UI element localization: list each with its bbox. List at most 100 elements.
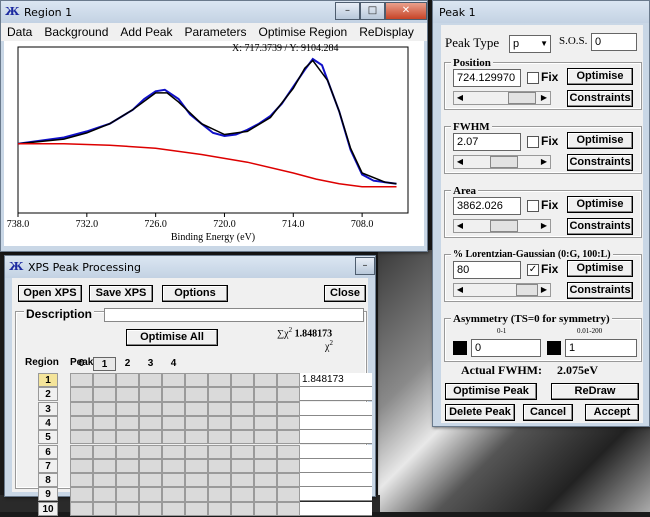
arrow-right-icon[interactable]: ▶ [538,156,550,168]
fwhm-optimise-button[interactable]: Optimise [567,132,633,149]
peak-cell[interactable] [70,415,93,431]
area-optimise-button[interactable]: Optimise [567,196,633,213]
sos-input[interactable]: 0 [591,33,637,51]
peak-cell[interactable] [139,430,162,445]
peak-cell[interactable] [231,401,254,416]
menu-redisplay[interactable]: ReDisplay [359,25,414,39]
area-input[interactable]: 3862.026 [453,197,521,215]
peak-cell[interactable] [116,444,139,459]
peak-cell[interactable] [208,501,231,516]
peak-cell[interactable] [254,444,277,459]
asym-left-input[interactable]: 0 [471,339,541,357]
peak-cell[interactable] [70,458,93,474]
peak-cell[interactable] [93,373,116,388]
peak-cell[interactable] [162,458,185,474]
asym-left-color-swatch[interactable] [453,341,467,355]
arrow-left-icon[interactable]: ◀ [454,284,466,296]
peak-column-header[interactable] [185,357,208,371]
menu-optimise-region[interactable]: Optimise Region [258,25,347,39]
peak-cell[interactable] [116,387,139,402]
fwhm-constraints-button[interactable]: Constraints [567,154,633,171]
peak-cell[interactable] [162,444,185,459]
peak-cell[interactable] [116,401,139,416]
peak-cell[interactable] [139,501,162,516]
peak-cell[interactable] [139,473,162,488]
region-row-4[interactable]: 4 [38,415,58,430]
peak-cell[interactable] [231,415,254,431]
maximize-button[interactable]: □ [360,1,385,20]
region-row-6[interactable]: 6 [38,444,58,459]
peak-column-header[interactable]: 1 [93,357,116,371]
close-button[interactable]: ✕ [385,1,427,20]
arrow-right-icon[interactable]: ▶ [538,220,550,232]
peak-cell[interactable] [139,415,162,431]
peak-cell[interactable] [162,473,185,488]
lg-input[interactable]: 80 [453,261,521,279]
peak-type-select[interactable]: p ▼ [509,35,551,53]
peak-cell[interactable] [277,473,300,488]
region-row-7[interactable]: 7 [38,458,58,473]
area-constraints-button[interactable]: Constraints [567,218,633,235]
peak-cell[interactable] [231,473,254,488]
peak-cell[interactable] [185,387,208,402]
peak-cell[interactable] [162,373,185,388]
peak-cell[interactable] [116,501,139,516]
menu-data[interactable]: Data [7,25,32,39]
peak-cell[interactable] [277,415,300,431]
peak-cell[interactable] [208,387,231,402]
peak-cell[interactable] [139,458,162,474]
peak-cell[interactable] [93,401,116,416]
region-row-2[interactable]: 2 [38,387,58,402]
arrow-right-icon[interactable]: ▶ [538,92,550,104]
fwhm-slider[interactable]: ◀ ▶ [453,155,551,169]
peak-cell[interactable] [231,487,254,502]
peak-cell[interactable] [139,401,162,416]
peak-cell[interactable] [208,401,231,416]
peak-column-header[interactable]: 0 [70,357,93,371]
peak-cell[interactable] [70,430,93,445]
peak-cell[interactable] [277,401,300,416]
peak-cell[interactable] [93,501,116,516]
position-slider-thumb[interactable] [508,92,536,104]
lg-slider[interactable]: ◀ ▶ [453,283,551,297]
peak-cell[interactable] [231,501,254,516]
fwhm-input[interactable]: 2.07 [453,133,521,151]
region-row-9[interactable]: 9 [38,487,58,502]
area-fix-checkbox[interactable] [527,200,539,212]
peak-cell[interactable] [116,415,139,431]
peak-cell[interactable] [139,487,162,502]
peak-cell[interactable] [277,444,300,459]
peak-column-header[interactable] [208,357,231,371]
peak-cell[interactable] [93,458,116,474]
arrow-right-icon[interactable]: ▶ [538,284,550,296]
fwhm-fix-checkbox[interactable] [527,136,539,148]
peak-cell[interactable] [185,487,208,502]
lg-optimise-button[interactable]: Optimise [567,260,633,277]
spectrum-plot[interactable]: X: 717.3739 / Y: 9104.284 738.0 732.0 726.… [4,41,424,246]
peak-column-header[interactable] [231,357,254,371]
peak-cell[interactable] [277,458,300,474]
peak-cell[interactable] [162,487,185,502]
peak-cell[interactable] [93,487,116,502]
menu-add-peak[interactable]: Add Peak [120,25,172,39]
peak-cell[interactable] [185,473,208,488]
arrow-left-icon[interactable]: ◀ [454,92,466,104]
position-slider[interactable]: ◀ ▶ [453,91,551,105]
peak-cell[interactable] [70,387,93,402]
peak-cell[interactable] [139,444,162,459]
menu-parameters[interactable]: Parameters [184,25,246,39]
peak-cell[interactable] [231,373,254,388]
optimise-peak-button[interactable]: Optimise Peak [445,383,537,400]
area-slider-thumb[interactable] [490,220,518,232]
arrow-left-icon[interactable]: ◀ [454,156,466,168]
position-input[interactable]: 724.129970 [453,69,521,87]
peak-cell[interactable] [208,487,231,502]
peak-cell[interactable] [208,473,231,488]
peak-cell[interactable] [185,373,208,388]
menu-background[interactable]: Background [44,25,108,39]
peak-column-header[interactable]: 2 [116,357,139,371]
lg-slider-thumb[interactable] [516,284,538,296]
region-titlebar[interactable]: Ж Region 1 – □ ✕ [1,1,427,23]
peak-cell[interactable] [208,373,231,388]
peak-cell[interactable] [208,458,231,474]
